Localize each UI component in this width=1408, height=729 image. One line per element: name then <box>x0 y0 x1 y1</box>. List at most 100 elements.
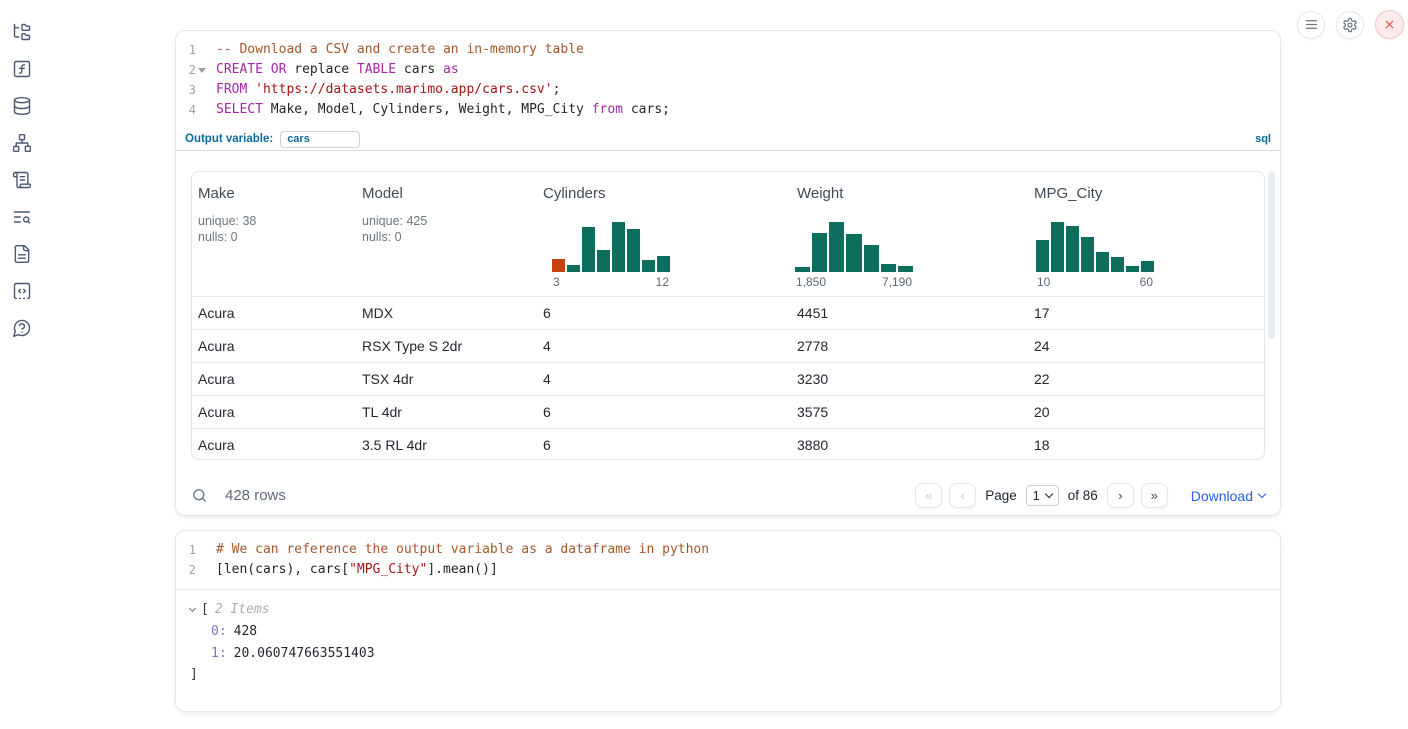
histogram-bar <box>597 250 610 272</box>
histogram-bars <box>552 220 670 272</box>
tree-entry-key: 0: <box>211 624 227 639</box>
table-cell: Acura <box>192 404 356 420</box>
chevron-down-icon <box>1258 490 1266 498</box>
line-number: 4 <box>176 100 196 120</box>
table-cell: 3230 <box>791 371 1028 387</box>
file-explorer-icon[interactable] <box>12 22 32 42</box>
table-cell: 18 <box>1028 437 1264 453</box>
column-header: Cylinders 312 <box>537 172 791 296</box>
histogram-bar <box>657 256 670 272</box>
shutdown-button[interactable] <box>1375 10 1404 39</box>
column-stat: unique: 38 <box>198 213 350 229</box>
histogram-bar <box>582 227 595 272</box>
tree-close-line: ] <box>190 664 1280 684</box>
data-sources-icon[interactable] <box>12 96 32 116</box>
page-total-label: of 86 <box>1068 488 1098 503</box>
histogram-bar <box>642 260 655 272</box>
functions-icon[interactable] <box>12 59 32 79</box>
documentation-icon[interactable] <box>12 244 32 264</box>
open-bracket: [ <box>201 602 209 617</box>
snippets-icon[interactable] <box>12 281 32 301</box>
items-count-label: 2 Items <box>215 602 270 617</box>
table-cell: 24 <box>1028 338 1264 354</box>
table-cell: Acura <box>192 371 356 387</box>
histogram-bars <box>1036 220 1154 272</box>
code-line: 1# We can reference the output variable … <box>176 540 1280 560</box>
histogram-min-label: 1,850 <box>796 275 826 289</box>
scrollbar[interactable] <box>1268 171 1275 339</box>
output-variable-input[interactable]: cars <box>280 131 360 148</box>
line-number: 1 <box>176 40 196 60</box>
page-select-value: 1 <box>1033 489 1040 503</box>
logs-icon[interactable] <box>12 207 32 227</box>
histogram-bar <box>898 266 913 272</box>
histogram-bars <box>795 220 913 272</box>
table-header: Makeunique: 38nulls: 0 Model unique: 425nu… <box>192 172 1264 296</box>
column-name: Cylinders <box>543 185 785 202</box>
table-cell: 6 <box>537 305 791 321</box>
histogram-bar <box>612 222 625 272</box>
column-name: Model <box>362 185 531 202</box>
prev-page-button[interactable]: ‹ <box>949 483 976 508</box>
code-line: 1 -- Download a CSV and create an in-memo… <box>176 40 1280 60</box>
table-footer: 428 rows « ‹ Page 1 of 86 › » Download <box>191 483 1265 508</box>
output-variable-label: Output variable: <box>185 133 273 145</box>
table-cell: Acura <box>192 305 356 321</box>
line-number: 2 <box>176 60 196 80</box>
column-name: MPG_City <box>1034 185 1258 202</box>
histogram-max-label: 60 <box>1140 275 1153 289</box>
sql-code-editor[interactable]: 1 -- Download a CSV and create an in-memo… <box>176 31 1280 120</box>
code-text: [len(cars), cars["MPG_City"].mean()] <box>216 560 498 580</box>
dependency-graph-icon[interactable] <box>12 133 32 153</box>
column-header: Model unique: 425nulls: 0 <box>356 172 537 296</box>
python-cell: 1# We can reference the output variable … <box>175 530 1281 712</box>
column-histogram: 1060 <box>1036 220 1154 289</box>
column-stat: nulls: 0 <box>198 229 350 245</box>
line-number-gutter: 2 <box>176 60 208 80</box>
first-page-button[interactable]: « <box>915 483 942 508</box>
topbar-actions <box>1297 10 1404 39</box>
tree-collapse-icon[interactable] <box>189 604 196 611</box>
gear-icon <box>1342 17 1358 33</box>
table-row: AcuraTSX 4dr4323022 <box>192 362 1264 395</box>
histogram-max-label: 7,190 <box>882 275 912 289</box>
python-output: [2 Items0:4281:20.060747663551403] <box>176 590 1280 684</box>
last-page-button[interactable]: » <box>1141 483 1168 508</box>
histogram-bar <box>1126 266 1139 272</box>
table-cell: 4 <box>537 371 791 387</box>
histogram-bar <box>1111 257 1124 272</box>
column-stats: unique: 425nulls: 0 <box>362 213 531 245</box>
notebook: 1 -- Download a CSV and create an in-memo… <box>175 0 1281 712</box>
download-button[interactable]: Download <box>1191 488 1265 504</box>
table-cell: 3.5 RL 4dr <box>356 437 537 453</box>
page-label: Page <box>985 488 1017 503</box>
help-icon[interactable] <box>12 318 32 338</box>
menu-button[interactable] <box>1297 11 1325 39</box>
column-stats: unique: 38nulls: 0 <box>198 213 350 245</box>
table-cell: 20 <box>1028 404 1264 420</box>
page-select[interactable]: 1 <box>1026 485 1059 506</box>
code-line: 3FROM 'https://datasets.marimo.app/cars.… <box>176 80 1280 100</box>
column-header: Makeunique: 38nulls: 0 <box>192 172 356 296</box>
line-number-gutter: 3 <box>176 80 208 100</box>
python-code-editor[interactable]: 1# We can reference the output variable … <box>176 531 1280 590</box>
search-icon[interactable] <box>191 487 208 504</box>
column-histogram: 312 <box>552 220 670 289</box>
histogram-bar <box>1141 261 1154 272</box>
scratchpad-icon[interactable] <box>12 170 32 190</box>
sql-cell: 1 -- Download a CSV and create an in-memo… <box>175 30 1281 516</box>
histogram-bar <box>881 264 896 272</box>
histogram-bar <box>627 229 640 272</box>
table-cell: Acura <box>192 338 356 354</box>
histogram-bar <box>864 245 879 272</box>
settings-button[interactable] <box>1336 11 1364 39</box>
histogram-axis-labels: 1,850 7,190 <box>795 275 913 289</box>
code-line: 4SELECT Make, Model, Cylinders, Weight, … <box>176 100 1280 120</box>
output-variable-row: Output variable: cars sql <box>176 128 1280 151</box>
table-row: AcuraTL 4dr6357520 <box>192 395 1264 428</box>
histogram-min-label: 3 <box>553 275 560 289</box>
code-text: -- Download a CSV and create an in-memor… <box>216 40 584 60</box>
next-page-button[interactable]: › <box>1107 483 1134 508</box>
tree-entry: 1:20.060747663551403 <box>190 642 1280 664</box>
fold-toggle-icon[interactable] <box>196 68 208 73</box>
